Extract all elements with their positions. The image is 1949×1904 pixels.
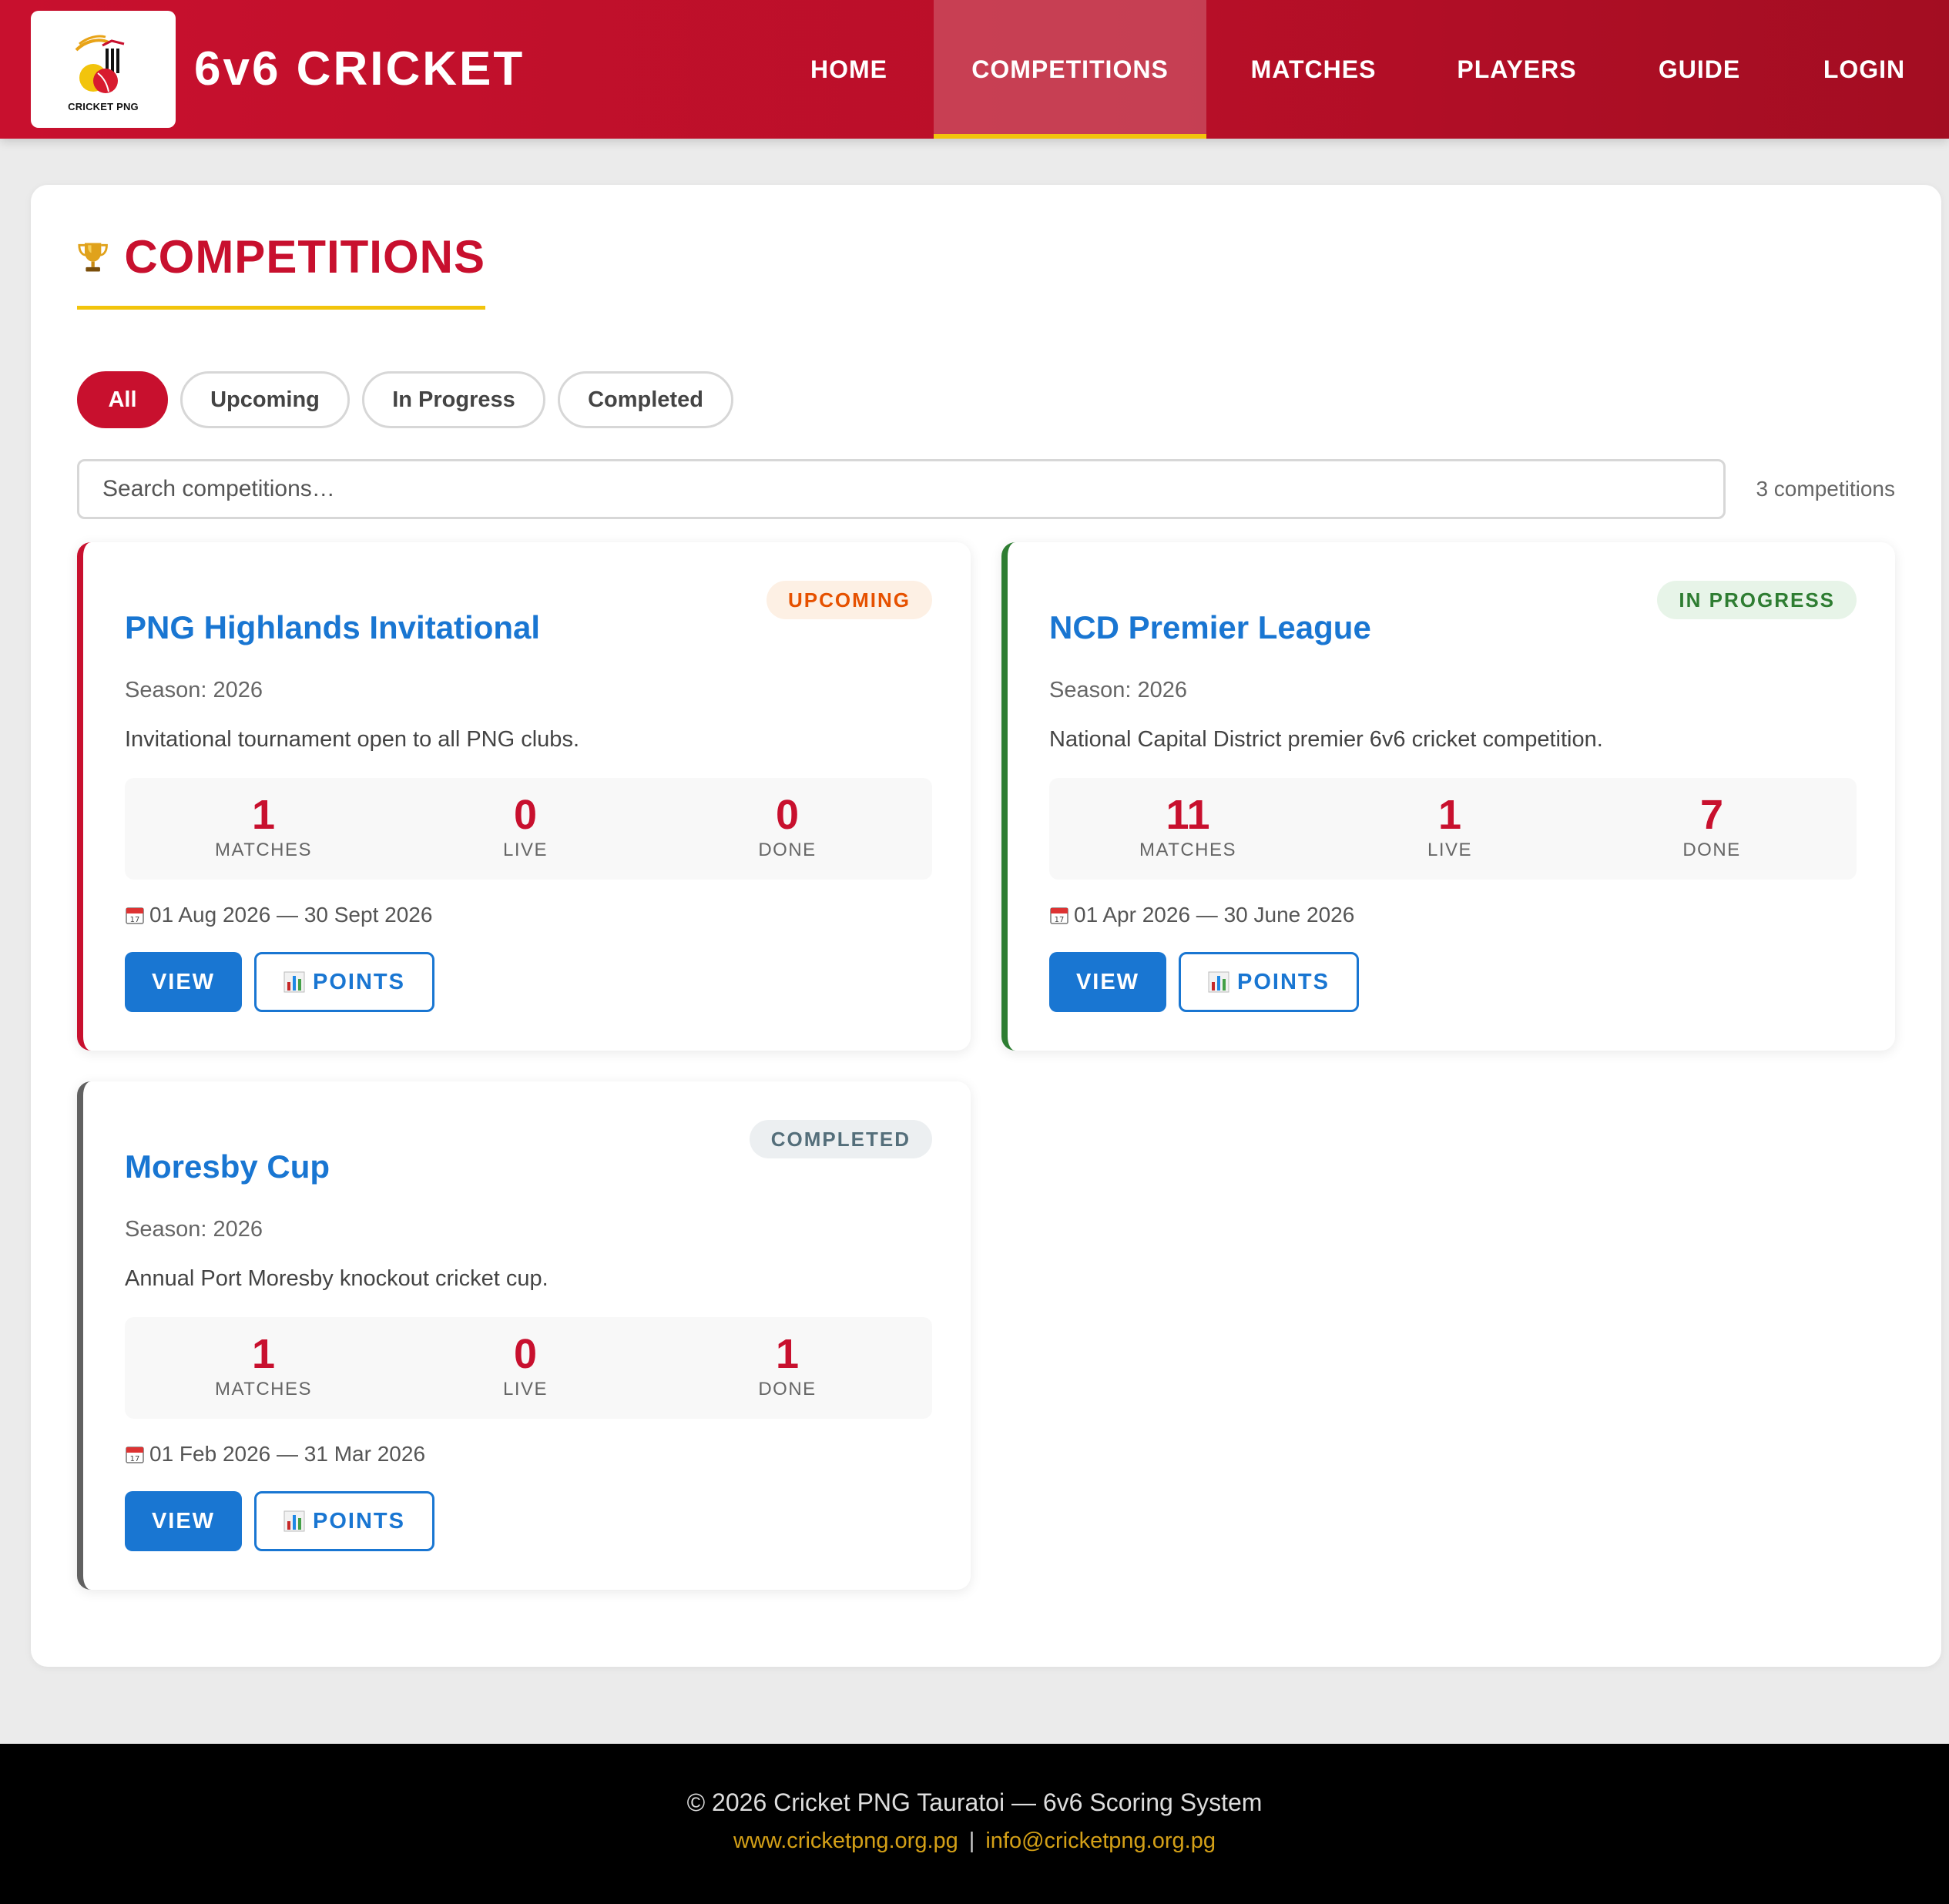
search-input[interactable]	[77, 459, 1726, 519]
view-button[interactable]: VIEW	[125, 1491, 242, 1551]
competitions-panel: COMPETITIONS All Upcoming In Progress Co…	[31, 185, 1941, 1667]
stat-label: LIVE	[502, 1379, 548, 1400]
calendar-icon: 17	[126, 1446, 144, 1463]
svg-text:17: 17	[1055, 916, 1065, 924]
filter-in-progress[interactable]: In Progress	[362, 371, 545, 428]
calendar-icon: 17	[126, 907, 144, 924]
stat-label: LIVE	[502, 840, 548, 860]
points-label: POINTS	[313, 1508, 405, 1534]
competition-stats: 1 MATCHES 0 LIVE 0 DONE	[125, 778, 932, 880]
email-link[interactable]: info@cricketpng.org.pg	[985, 1829, 1216, 1853]
nav-guide[interactable]: GUIDE	[1645, 0, 1753, 139]
stat-label: LIVE	[1427, 840, 1473, 860]
bar-chart-icon	[1208, 971, 1229, 993]
competition-description: National Capital District premier 6v6 cr…	[1049, 727, 1603, 752]
svg-text:17: 17	[130, 1455, 140, 1463]
stat-value: 7	[1699, 792, 1724, 838]
points-label: POINTS	[1237, 969, 1330, 994]
stat-live: 0 LIVE	[394, 1332, 656, 1400]
stat-done: 1 DONE	[656, 1332, 918, 1400]
view-button[interactable]: VIEW	[1049, 952, 1166, 1012]
stat-value: 1	[251, 1331, 276, 1377]
top-header: CRICKET PNG 6v6 CRICKET HOME COMPETITION…	[0, 0, 1949, 139]
competition-dates: 17 01 Feb 2026 — 31 Mar 2026	[125, 1440, 425, 1468]
date-range: 01 Apr 2026 — 30 June 2026	[1074, 903, 1355, 927]
stat-done: 7 DONE	[1581, 793, 1843, 861]
stat-live: 0 LIVE	[394, 793, 656, 861]
page-heading: COMPETITIONS	[124, 231, 485, 283]
bar-chart-icon	[283, 1510, 305, 1532]
stat-label: MATCHES	[214, 840, 313, 860]
competition-card: COMPLETED Moresby Cup Season: 2026 Annua…	[77, 1081, 971, 1590]
svg-text:17: 17	[130, 916, 140, 924]
stat-done: 0 DONE	[656, 793, 918, 861]
stat-label: MATCHES	[214, 1379, 313, 1400]
competition-card: UPCOMING PNG Highlands Invitational Seas…	[77, 542, 971, 1051]
competition-season: Season: 2026	[125, 1217, 263, 1242]
footer-copyright: © 2026 Cricket PNG Tauratoi — 6v6 Scorin…	[686, 1788, 1263, 1816]
stat-value: 0	[513, 792, 538, 838]
stat-value: 1	[1437, 792, 1462, 838]
footer-links: www.cricketpng.org.pg | info@cricketpng.or…	[0, 1829, 1949, 1854]
calendar-icon: 17	[1050, 907, 1068, 924]
stat-value: 1	[775, 1331, 800, 1377]
stat-label: MATCHES	[1139, 840, 1237, 860]
competition-dates: 17 01 Aug 2026 — 30 Sept 2026	[125, 901, 432, 929]
points-button[interactable]: POINTS	[1179, 952, 1359, 1012]
date-range: 01 Feb 2026 — 31 Mar 2026	[149, 1442, 426, 1466]
stat-value: 11	[1166, 792, 1210, 838]
site-footer: © 2026 Cricket PNG Tauratoi — 6v6 Scorin…	[0, 1744, 1949, 1904]
status-badge: COMPLETED	[749, 1120, 932, 1158]
filter-completed[interactable]: Completed	[558, 371, 733, 428]
competition-count: 3 competitions	[1756, 477, 1895, 501]
competition-season: Season: 2026	[1049, 678, 1187, 702]
nav-login[interactable]: LOGIN	[1812, 0, 1917, 139]
status-badge: IN PROGRESS	[1657, 581, 1857, 619]
stat-matches: 1 MATCHES	[133, 1332, 394, 1400]
stat-value: 0	[513, 1331, 538, 1377]
trophy-icon	[78, 243, 108, 272]
nav-matches[interactable]: MATCHES	[1225, 0, 1402, 139]
status-badge: UPCOMING	[767, 581, 932, 619]
competition-stats: 1 MATCHES 0 LIVE 1 DONE	[125, 1317, 932, 1419]
competition-season: Season: 2026	[125, 678, 263, 702]
main-nav: HOME COMPETITIONS MATCHES PLAYERS GUIDE …	[0, 0, 1949, 139]
stat-label: DONE	[1682, 840, 1741, 860]
stat-matches: 11 MATCHES	[1057, 793, 1319, 861]
stat-value: 0	[775, 792, 800, 838]
stat-label: DONE	[758, 1379, 817, 1400]
nav-home[interactable]: HOME	[780, 0, 918, 139]
competition-description: Invitational tournament open to all PNG …	[125, 727, 579, 752]
competition-dates: 17 01 Apr 2026 — 30 June 2026	[1049, 901, 1354, 929]
competition-title[interactable]: NCD Premier League	[1049, 607, 1371, 649]
footer-separator: |	[968, 1829, 975, 1853]
view-button[interactable]: VIEW	[125, 952, 242, 1012]
competition-title[interactable]: Moresby Cup	[125, 1146, 330, 1188]
filter-upcoming[interactable]: Upcoming	[180, 371, 350, 428]
page-title: COMPETITIONS	[77, 233, 485, 310]
stat-label: DONE	[758, 840, 817, 860]
competition-title[interactable]: PNG Highlands Invitational	[125, 607, 540, 649]
competition-card: IN PROGRESS NCD Premier League Season: 2…	[1001, 542, 1895, 1051]
filter-all[interactable]: All	[77, 371, 168, 428]
competition-description: Annual Port Moresby knockout cricket cup…	[125, 1266, 548, 1291]
points-button[interactable]: POINTS	[254, 1491, 434, 1551]
bar-chart-icon	[283, 971, 305, 993]
stat-value: 1	[251, 792, 276, 838]
date-range: 01 Aug 2026 — 30 Sept 2026	[149, 903, 433, 927]
competition-stats: 11 MATCHES 1 LIVE 7 DONE	[1049, 778, 1857, 880]
stat-matches: 1 MATCHES	[133, 793, 394, 861]
website-link[interactable]: www.cricketpng.org.pg	[733, 1829, 958, 1853]
nav-players[interactable]: PLAYERS	[1437, 0, 1596, 139]
points-label: POINTS	[313, 969, 405, 994]
points-button[interactable]: POINTS	[254, 952, 434, 1012]
nav-competitions[interactable]: COMPETITIONS	[934, 0, 1206, 139]
stat-live: 1 LIVE	[1319, 793, 1581, 861]
